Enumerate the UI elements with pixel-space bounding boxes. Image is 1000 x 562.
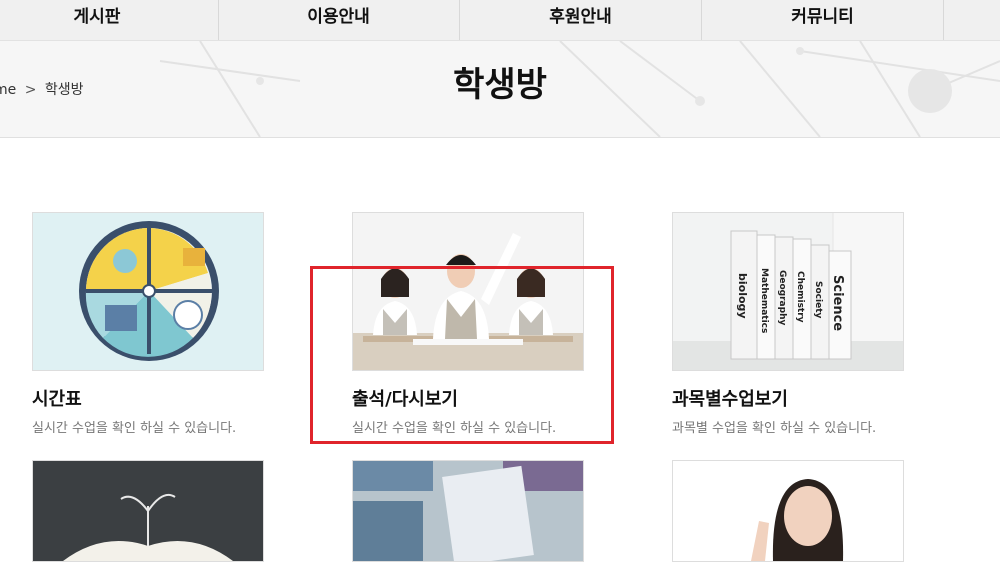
bookshelf-photo[interactable] (352, 460, 584, 562)
top-nav: 게시판 이용안내 후원안내 커뮤니티 (0, 0, 1000, 41)
nav-item-board[interactable]: 게시판 (0, 0, 219, 40)
card-row2-1[interactable] (32, 460, 264, 562)
open-book-photo[interactable] (32, 460, 264, 562)
book-spine-label: Geography (777, 270, 787, 325)
books-illustration: biology Mathematics Geography Chemistry … (673, 213, 903, 370)
book-spine-label: Science (830, 275, 845, 331)
card-title[interactable]: 시간표 (32, 385, 264, 411)
woman-illustration (751, 479, 844, 561)
clock-illustration-icon (79, 221, 219, 361)
book-spine-label: Mathematics (759, 268, 769, 333)
open-book-illustration (63, 493, 233, 561)
page-title: 학생방 (453, 65, 547, 105)
card-timetable[interactable]: 시간표 실시간 수업을 확인 하실 수 있습니다. (32, 212, 264, 436)
card-row2-2[interactable] (352, 460, 584, 562)
bookshelf-illustration (353, 461, 583, 561)
book-spine-label: biology (736, 273, 749, 319)
card-title[interactable]: 과목별수업보기 (672, 385, 904, 411)
woman-photo[interactable] (672, 460, 904, 562)
card-description: 실시간 수업을 확인 하실 수 있습니다. (32, 421, 237, 436)
card-description: 과목별 수업을 확인 하실 수 있습니다. (672, 421, 877, 436)
card-row2-3[interactable] (672, 460, 904, 562)
selection-highlight-box (310, 266, 614, 444)
nav-item-sponsor[interactable]: 후원안내 (460, 0, 702, 40)
title-banner: me > 학생방 학생방 (0, 41, 1000, 138)
book-spine-label: Chemistry (795, 271, 805, 323)
timetable-thumbnail[interactable] (32, 212, 264, 371)
nav-item-guide[interactable]: 이용안내 (218, 0, 460, 40)
book-spine-label: Society (813, 281, 823, 318)
nav-item-community[interactable]: 커뮤니티 (702, 0, 944, 40)
card-subject-classes[interactable]: biology Mathematics Geography Chemistry … (672, 212, 904, 436)
books-photo[interactable]: biology Mathematics Geography Chemistry … (672, 212, 904, 371)
